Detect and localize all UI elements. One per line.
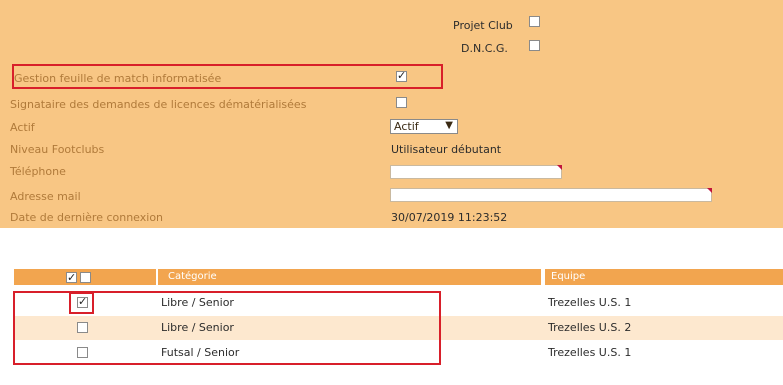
projet-club-checkbox[interactable] xyxy=(529,16,540,27)
select-none-checkbox[interactable] xyxy=(80,272,91,283)
niveau-label: Niveau Footclubs xyxy=(10,143,105,156)
chevron-down-icon: ▼ xyxy=(445,120,453,131)
required-marker-icon xyxy=(557,165,562,170)
derniere-connexion-value: 30/07/2019 11:23:52 xyxy=(391,211,508,224)
table-header-categorie[interactable]: Catégorie xyxy=(158,269,541,285)
derniere-connexion-label: Date de dernière connexion xyxy=(10,211,164,224)
adresse-mail-input[interactable] xyxy=(390,188,712,202)
highlight-row-checkbox xyxy=(69,292,94,314)
adresse-mail-label: Adresse mail xyxy=(10,190,81,203)
actif-select-value: Actif xyxy=(394,120,419,133)
row-equipe: Trezelles U.S. 2 xyxy=(548,321,632,334)
row-equipe: Trezelles U.S. 1 xyxy=(548,346,632,359)
user-settings-panel: Projet Club D.N.C.G. Gestion feuille de … xyxy=(0,0,783,228)
signataire-label: Signataire des demandes de licences déma… xyxy=(10,98,307,111)
actif-label: Actif xyxy=(10,121,35,134)
required-marker-icon xyxy=(707,188,712,193)
projet-club-label: Projet Club xyxy=(453,19,513,32)
header-equipe-label: Equipe xyxy=(551,271,586,282)
table-header-equipe[interactable]: Equipe xyxy=(545,269,783,285)
actif-select[interactable]: Actif ▼ xyxy=(390,119,458,134)
dncg-label: D.N.C.G. xyxy=(461,42,508,55)
niveau-value: Utilisateur débutant xyxy=(391,143,502,156)
signataire-checkbox[interactable] xyxy=(396,97,407,108)
header-categorie-label: Catégorie xyxy=(168,271,217,282)
highlight-gestion-feuille xyxy=(12,64,443,89)
dncg-checkbox[interactable] xyxy=(529,40,540,51)
telephone-input[interactable] xyxy=(390,165,562,179)
telephone-label: Téléphone xyxy=(10,165,66,178)
row-equipe: Trezelles U.S. 1 xyxy=(548,296,632,309)
table-header-select xyxy=(14,269,156,286)
select-all-checkbox[interactable] xyxy=(66,270,77,286)
